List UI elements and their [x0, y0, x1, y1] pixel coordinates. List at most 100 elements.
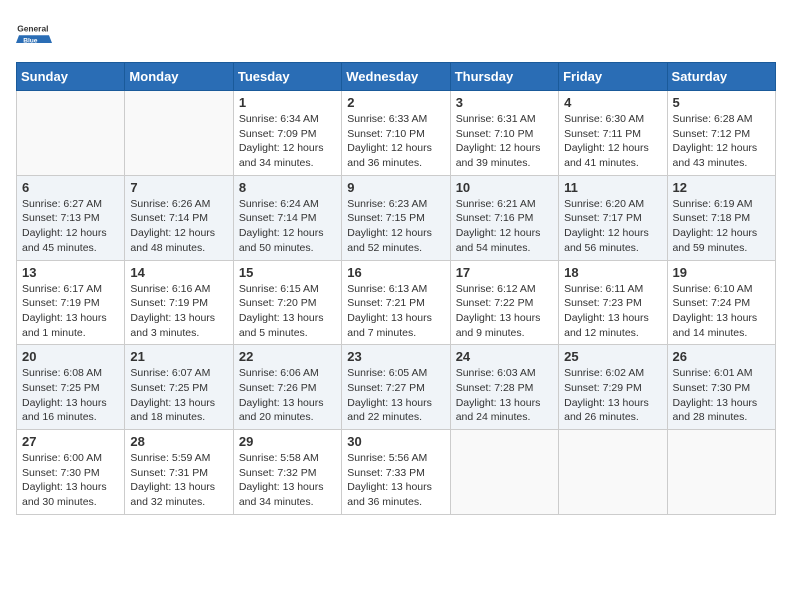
- calendar-cell: 28 Sunrise: 5:59 AM Sunset: 7:31 PM Dayli…: [125, 430, 233, 515]
- day-number: 18: [564, 265, 661, 280]
- day-header-monday: Monday: [125, 63, 233, 91]
- day-number: 10: [456, 180, 553, 195]
- day-number: 12: [673, 180, 770, 195]
- calendar-cell: [125, 91, 233, 176]
- calendar-cell: 16 Sunrise: 6:13 AM Sunset: 7:21 PM Dayli…: [342, 260, 450, 345]
- day-info: Sunrise: 6:26 AM Sunset: 7:14 PM Dayligh…: [130, 197, 227, 256]
- day-info: Sunrise: 6:31 AM Sunset: 7:10 PM Dayligh…: [456, 112, 553, 171]
- day-info: Sunrise: 6:28 AM Sunset: 7:12 PM Dayligh…: [673, 112, 770, 171]
- day-number: 9: [347, 180, 444, 195]
- day-number: 28: [130, 434, 227, 449]
- calendar-cell: 7Sunrise: 6:26 AM Sunset: 7:14 PM Daylig…: [125, 175, 233, 260]
- calendar-week-row: 13 Sunrise: 6:17 AM Sunset: 7:19 PM Dayli…: [17, 260, 776, 345]
- day-info: Sunrise: 6:33 AM Sunset: 7:10 PM Dayligh…: [347, 112, 444, 171]
- day-info: Sunrise: 6:06 AM Sunset: 7:26 PM Dayligh…: [239, 366, 336, 425]
- day-info: Sunrise: 6:30 AM Sunset: 7:11 PM Dayligh…: [564, 112, 661, 171]
- calendar-cell: 17Sunrise: 6:12 AM Sunset: 7:22 PM Dayli…: [450, 260, 558, 345]
- calendar-cell: [667, 430, 775, 515]
- day-number: 23: [347, 349, 444, 364]
- day-number: 8: [239, 180, 336, 195]
- calendar-cell: 18 Sunrise: 6:11 AM Sunset: 7:23 PM Dayli…: [559, 260, 667, 345]
- day-info: Sunrise: 6:01 AM Sunset: 7:30 PM Dayligh…: [673, 366, 770, 425]
- calendar-cell: 25 Sunrise: 6:02 AM Sunset: 7:29 PM Dayli…: [559, 345, 667, 430]
- day-number: 30: [347, 434, 444, 449]
- calendar-cell: 9 Sunrise: 6:23 AM Sunset: 7:15 PM Daylig…: [342, 175, 450, 260]
- calendar-cell: 19Sunrise: 6:10 AM Sunset: 7:24 PM Dayli…: [667, 260, 775, 345]
- calendar-cell: 29Sunrise: 5:58 AM Sunset: 7:32 PM Dayli…: [233, 430, 341, 515]
- day-number: 3: [456, 95, 553, 110]
- day-header-thursday: Thursday: [450, 63, 558, 91]
- calendar-cell: 21 Sunrise: 6:07 AM Sunset: 7:25 PM Dayli…: [125, 345, 233, 430]
- day-info: Sunrise: 6:02 AM Sunset: 7:29 PM Dayligh…: [564, 366, 661, 425]
- day-info: Sunrise: 6:11 AM Sunset: 7:23 PM Dayligh…: [564, 282, 661, 341]
- calendar-cell: 1 Sunrise: 6:34 AM Sunset: 7:09 PM Daylig…: [233, 91, 341, 176]
- day-number: 24: [456, 349, 553, 364]
- day-number: 19: [673, 265, 770, 280]
- svg-text:General: General: [17, 24, 48, 34]
- day-info: Sunrise: 6:19 AM Sunset: 7:18 PM Dayligh…: [673, 197, 770, 256]
- calendar-cell: 11 Sunrise: 6:20 AM Sunset: 7:17 PM Dayli…: [559, 175, 667, 260]
- day-info: Sunrise: 6:08 AM Sunset: 7:25 PM Dayligh…: [22, 366, 119, 425]
- day-info: Sunrise: 5:56 AM Sunset: 7:33 PM Dayligh…: [347, 451, 444, 510]
- day-info: Sunrise: 6:05 AM Sunset: 7:27 PM Dayligh…: [347, 366, 444, 425]
- day-info: Sunrise: 6:24 AM Sunset: 7:14 PM Dayligh…: [239, 197, 336, 256]
- day-number: 5: [673, 95, 770, 110]
- day-info: Sunrise: 6:27 AM Sunset: 7:13 PM Dayligh…: [22, 197, 119, 256]
- day-header-saturday: Saturday: [667, 63, 775, 91]
- day-header-sunday: Sunday: [17, 63, 125, 91]
- day-info: Sunrise: 6:20 AM Sunset: 7:17 PM Dayligh…: [564, 197, 661, 256]
- day-info: Sunrise: 5:59 AM Sunset: 7:31 PM Dayligh…: [130, 451, 227, 510]
- day-number: 21: [130, 349, 227, 364]
- day-number: 22: [239, 349, 336, 364]
- calendar-week-row: 27Sunrise: 6:00 AM Sunset: 7:30 PM Dayli…: [17, 430, 776, 515]
- calendar-week-row: 20 Sunrise: 6:08 AM Sunset: 7:25 PM Dayli…: [17, 345, 776, 430]
- day-header-tuesday: Tuesday: [233, 63, 341, 91]
- day-number: 14: [130, 265, 227, 280]
- day-number: 17: [456, 265, 553, 280]
- day-info: Sunrise: 6:21 AM Sunset: 7:16 PM Dayligh…: [456, 197, 553, 256]
- day-number: 11: [564, 180, 661, 195]
- day-number: 6: [22, 180, 119, 195]
- calendar-cell: 3 Sunrise: 6:31 AM Sunset: 7:10 PM Daylig…: [450, 91, 558, 176]
- day-header-wednesday: Wednesday: [342, 63, 450, 91]
- calendar-cell: [450, 430, 558, 515]
- day-number: 25: [564, 349, 661, 364]
- day-number: 1: [239, 95, 336, 110]
- calendar-cell: 27Sunrise: 6:00 AM Sunset: 7:30 PM Dayli…: [17, 430, 125, 515]
- calendar-cell: 8 Sunrise: 6:24 AM Sunset: 7:14 PM Daylig…: [233, 175, 341, 260]
- calendar-week-row: 6 Sunrise: 6:27 AM Sunset: 7:13 PM Daylig…: [17, 175, 776, 260]
- day-info: Sunrise: 6:17 AM Sunset: 7:19 PM Dayligh…: [22, 282, 119, 341]
- calendar-cell: 4 Sunrise: 6:30 AM Sunset: 7:11 PM Daylig…: [559, 91, 667, 176]
- calendar-cell: 6 Sunrise: 6:27 AM Sunset: 7:13 PM Daylig…: [17, 175, 125, 260]
- calendar-cell: 30 Sunrise: 5:56 AM Sunset: 7:33 PM Dayli…: [342, 430, 450, 515]
- calendar-cell: [559, 430, 667, 515]
- day-header-friday: Friday: [559, 63, 667, 91]
- calendar-cell: 14 Sunrise: 6:16 AM Sunset: 7:19 PM Dayli…: [125, 260, 233, 345]
- calendar-cell: 13 Sunrise: 6:17 AM Sunset: 7:19 PM Dayli…: [17, 260, 125, 345]
- day-info: Sunrise: 6:34 AM Sunset: 7:09 PM Dayligh…: [239, 112, 336, 171]
- day-info: Sunrise: 6:16 AM Sunset: 7:19 PM Dayligh…: [130, 282, 227, 341]
- calendar-cell: 24 Sunrise: 6:03 AM Sunset: 7:28 PM Dayli…: [450, 345, 558, 430]
- logo-svg: General Blue: [16, 16, 52, 52]
- day-info: Sunrise: 6:15 AM Sunset: 7:20 PM Dayligh…: [239, 282, 336, 341]
- day-info: Sunrise: 6:23 AM Sunset: 7:15 PM Dayligh…: [347, 197, 444, 256]
- calendar-cell: 23 Sunrise: 6:05 AM Sunset: 7:27 PM Dayli…: [342, 345, 450, 430]
- calendar-cell: 10 Sunrise: 6:21 AM Sunset: 7:16 PM Dayli…: [450, 175, 558, 260]
- day-info: Sunrise: 6:07 AM Sunset: 7:25 PM Dayligh…: [130, 366, 227, 425]
- day-info: Sunrise: 6:13 AM Sunset: 7:21 PM Dayligh…: [347, 282, 444, 341]
- calendar-cell: 26Sunrise: 6:01 AM Sunset: 7:30 PM Dayli…: [667, 345, 775, 430]
- day-number: 20: [22, 349, 119, 364]
- day-number: 16: [347, 265, 444, 280]
- svg-text:Blue: Blue: [23, 37, 38, 44]
- day-info: Sunrise: 6:03 AM Sunset: 7:28 PM Dayligh…: [456, 366, 553, 425]
- calendar-table: SundayMondayTuesdayWednesdayThursdayFrid…: [16, 62, 776, 515]
- calendar-cell: 20 Sunrise: 6:08 AM Sunset: 7:25 PM Dayli…: [17, 345, 125, 430]
- calendar-cell: [17, 91, 125, 176]
- logo: General Blue: [16, 16, 52, 52]
- calendar-cell: 15Sunrise: 6:15 AM Sunset: 7:20 PM Dayli…: [233, 260, 341, 345]
- header: General Blue: [16, 16, 776, 52]
- day-number: 13: [22, 265, 119, 280]
- day-number: 4: [564, 95, 661, 110]
- day-number: 27: [22, 434, 119, 449]
- day-header-row: SundayMondayTuesdayWednesdayThursdayFrid…: [17, 63, 776, 91]
